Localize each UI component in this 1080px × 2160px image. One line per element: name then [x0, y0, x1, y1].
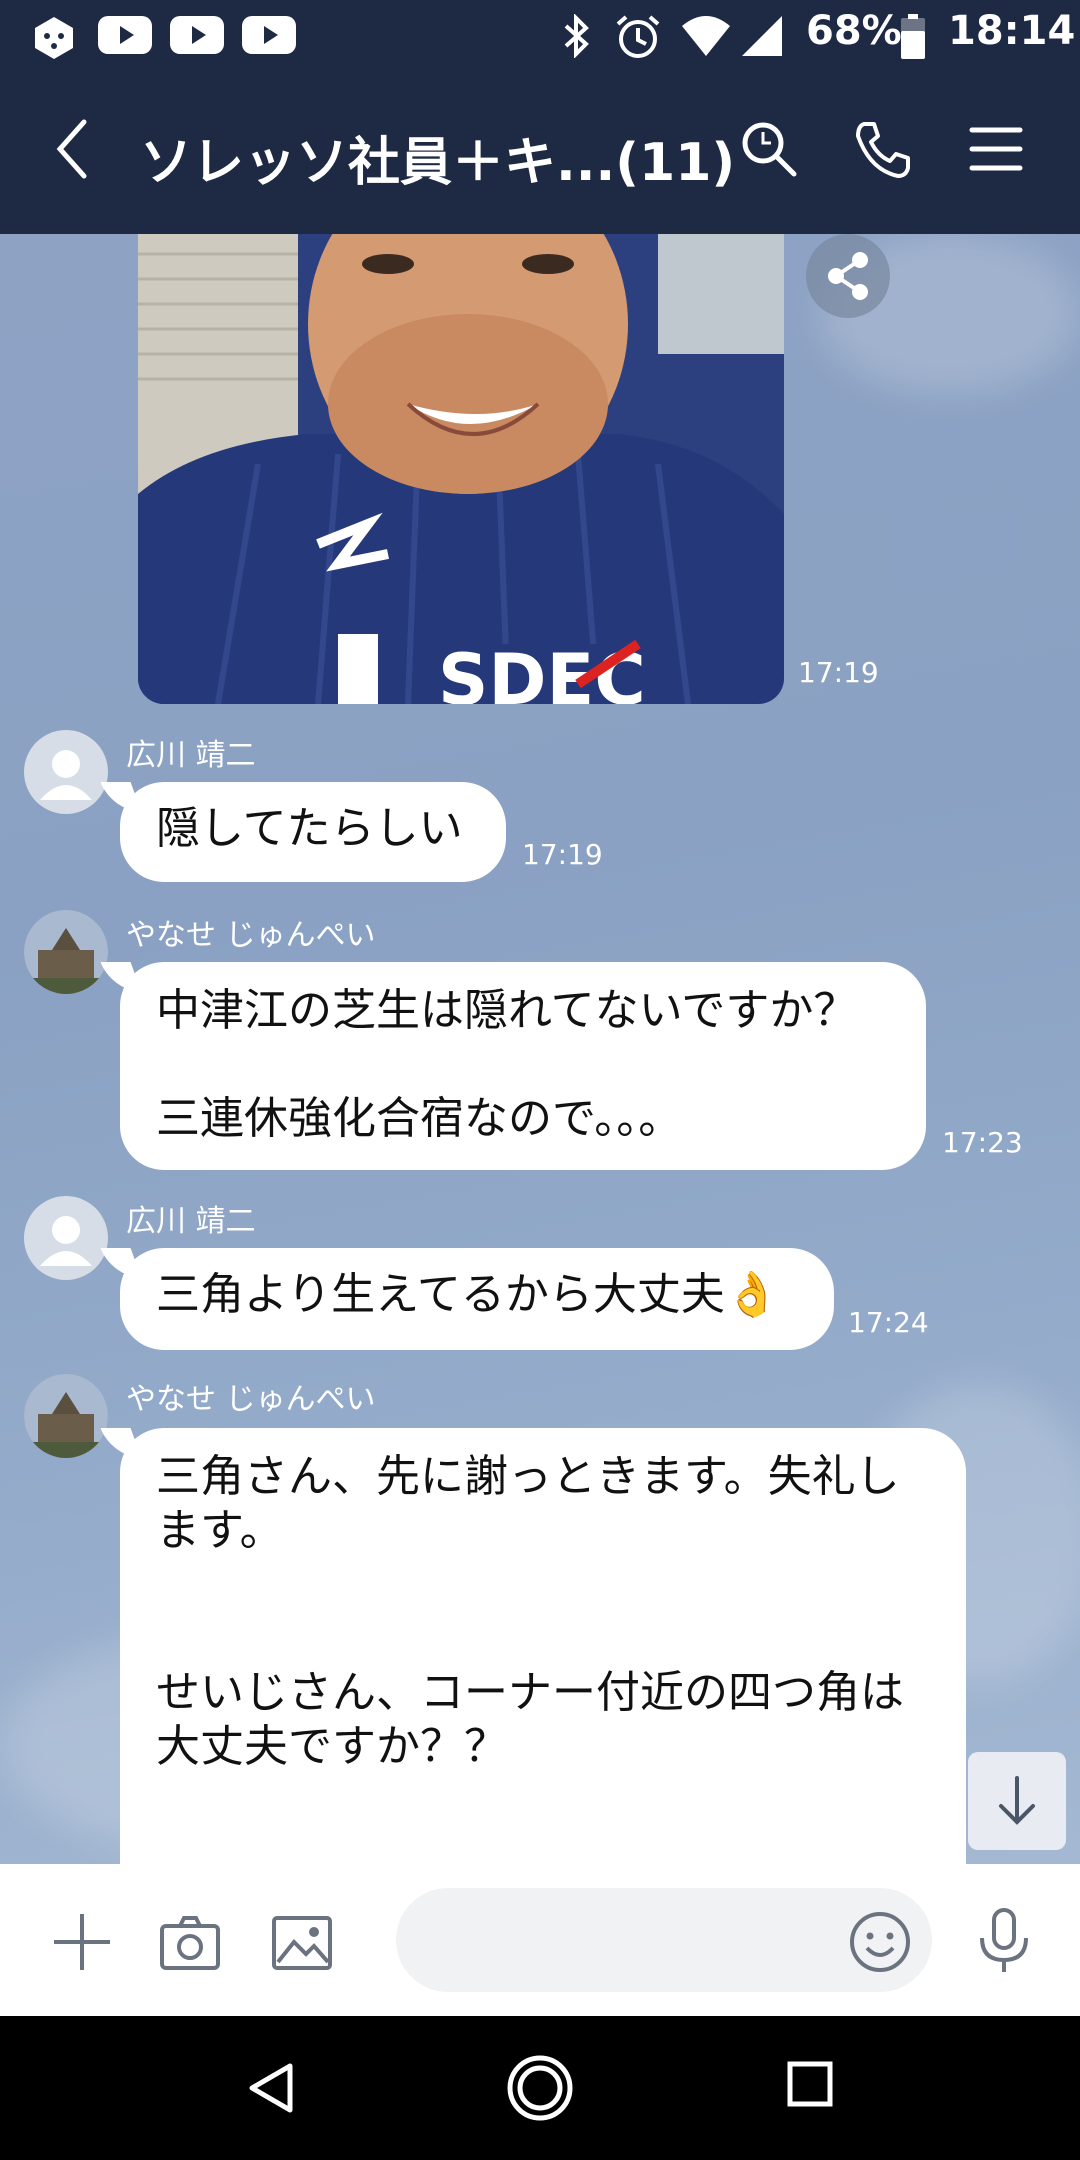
search-icon[interactable]	[738, 118, 800, 184]
emoji-icon[interactable]	[848, 1910, 912, 1978]
message-time: 17:24	[848, 1306, 929, 1339]
battery-percent: 68%	[806, 8, 902, 54]
system-nav-bar	[0, 2016, 1080, 2160]
sender-name: 広川 靖二	[126, 738, 256, 773]
battery-icon	[900, 14, 926, 64]
chat-title[interactable]: ソレッソ社員＋キ...(11)	[140, 120, 735, 195]
ok-hand-emoji: 👌	[724, 1269, 780, 1320]
message-time: 17:19	[522, 838, 603, 871]
wifi-icon	[680, 14, 732, 62]
back-icon[interactable]	[52, 114, 92, 188]
youtube-icon	[98, 14, 152, 60]
message-time: 17:19	[798, 656, 879, 689]
avatar[interactable]	[24, 730, 108, 814]
message-time: 17:23	[942, 1126, 1023, 1159]
message-text: 三角さん、先に謝っときます。失礼し	[156, 1451, 900, 1502]
camera-icon[interactable]	[158, 1912, 222, 1978]
avatar[interactable]	[24, 910, 108, 994]
message-bubble[interactable]: 中津江の芝生は隠れてないですか？ 三連休強化合宿なので。。。	[120, 962, 926, 1170]
mic-icon[interactable]	[974, 1906, 1034, 1980]
chat-header: ソレッソ社員＋キ...(11)	[0, 72, 1080, 234]
input-bar	[0, 1864, 1080, 2016]
youtube-icon	[170, 14, 224, 60]
sender-name: やなせ じゅんぺい	[126, 1382, 376, 1417]
nav-recents-icon[interactable]	[786, 2060, 834, 2116]
message-bubble[interactable]: 三角より生えてるから大丈夫👌	[120, 1248, 834, 1350]
nav-back-icon[interactable]	[246, 2060, 296, 2120]
menu-icon[interactable]	[968, 118, 1024, 184]
message-text: 三連休強化合宿なので。。。	[156, 1093, 683, 1144]
svg-text:SDEC: SDEC	[438, 639, 646, 704]
shared-photo[interactable]: SDEC	[138, 234, 784, 704]
bluetooth-icon	[562, 13, 592, 62]
plus-icon[interactable]	[50, 1910, 114, 1978]
message-text: 中津江の芝生は隠れてないですか？	[156, 985, 858, 1036]
scroll-down-button[interactable]	[968, 1752, 1066, 1850]
signal-icon	[740, 14, 784, 62]
status-bar: 68% 18:14	[0, 0, 1080, 72]
message-text: 隠してたらしい	[156, 803, 463, 854]
share-button[interactable]	[806, 234, 890, 318]
sender-name: 広川 靖二	[126, 1204, 256, 1239]
avatar[interactable]	[24, 1196, 108, 1280]
message-text: 三角より生えてるから大丈夫	[156, 1269, 725, 1320]
alarm-icon	[614, 14, 662, 64]
message-text: ます。	[156, 1505, 284, 1556]
message-text: せいじさん、コーナー付近の四つ角は	[156, 1667, 904, 1718]
youtube-icon	[242, 14, 296, 60]
clock: 18:14	[948, 8, 1076, 54]
app-icon	[30, 14, 78, 66]
message-bubble[interactable]: 三角さん、先に謝っときます。失礼し ます。 せいじさん、コーナー付近の四つ角は …	[120, 1428, 966, 1864]
message-bubble[interactable]: 隠してたらしい	[120, 782, 506, 882]
sender-name: やなせ じゅんぺい	[126, 918, 376, 953]
message-text: 大丈夫ですか？？	[156, 1721, 508, 1772]
chat-area[interactable]: SDEC 17:19 広川 靖二 隠してたらしい 17:19 やなせ じゅんぺい…	[0, 234, 1080, 1864]
avatar[interactable]	[24, 1374, 108, 1458]
image-icon[interactable]	[270, 1912, 334, 1978]
phone-icon[interactable]	[852, 118, 914, 184]
nav-home-icon[interactable]	[506, 2054, 574, 2126]
